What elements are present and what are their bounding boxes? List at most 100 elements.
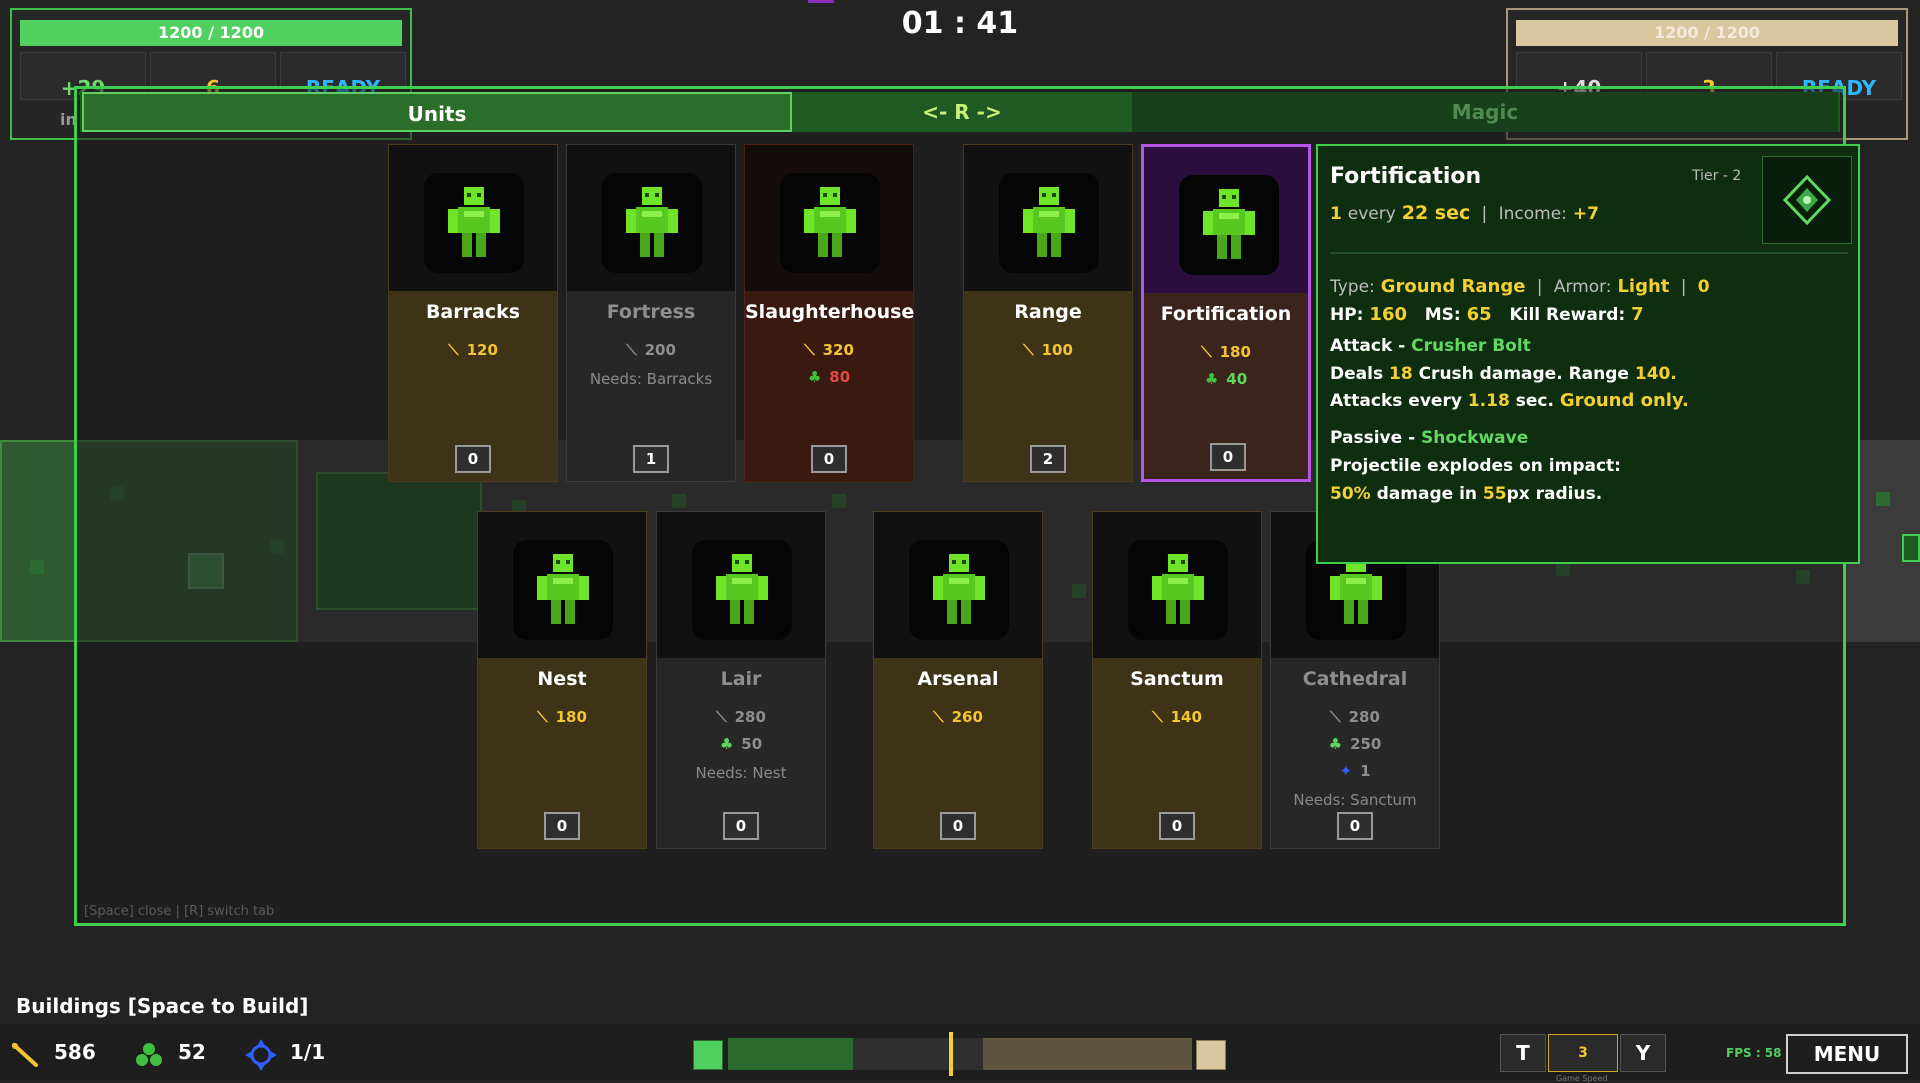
unit-sprite-icon xyxy=(1138,548,1218,632)
tooltip-attack-name: Crusher Bolt xyxy=(1411,336,1531,356)
building-name: Fortification xyxy=(1160,303,1292,325)
building-gold-cost: ⟍ 180 xyxy=(1201,343,1251,361)
building-gold-cost: ⟍ 280 xyxy=(1330,708,1380,726)
building-essence-cost: ♣ 250 xyxy=(1328,735,1382,753)
building-gold-cost: ⟍ 100 xyxy=(1023,341,1073,359)
building-name: Sanctum xyxy=(1130,668,1224,690)
progress-right-marker xyxy=(1196,1040,1226,1070)
tooltip-kill-label: Kill Reward: xyxy=(1509,305,1626,325)
tooltip-ground-only: Ground only. xyxy=(1559,390,1689,411)
tooltip-spawn-time: 22 sec xyxy=(1401,202,1471,224)
tooltip-type-label: Type: xyxy=(1330,277,1375,297)
building-supply-cost: ✦ 1 xyxy=(1339,762,1371,780)
rune-icon xyxy=(1782,174,1832,226)
tooltip-passive-desc: Projectile explodes on impact: xyxy=(1330,456,1621,476)
building-name: Range xyxy=(1014,301,1082,323)
player-right-hp-bar: 1200 / 1200 xyxy=(1516,20,1898,46)
tooltip-attack-speed-text: Attacks every xyxy=(1330,391,1462,411)
building-gold-cost: ⟍ 180 xyxy=(537,708,587,726)
building-card-sanctum[interactable]: Sanctum ⟍ 140 0 xyxy=(1092,511,1262,849)
progress-left-marker xyxy=(693,1040,723,1070)
building-count: 0 xyxy=(1159,812,1195,840)
tooltip-ms-value: 65 xyxy=(1466,304,1492,325)
gold-icon: ⟍ xyxy=(448,341,459,359)
building-count: 0 xyxy=(723,812,759,840)
building-count: 0 xyxy=(455,445,491,473)
building-card-lair[interactable]: Lair ⟍ 280 ♣ 50 Needs: Nest 0 xyxy=(656,511,826,849)
tooltip-title: Fortification xyxy=(1330,164,1482,189)
tooltip-radius-text: px radius. xyxy=(1506,484,1603,504)
building-count: 0 xyxy=(1210,443,1246,471)
building-requirement: Needs: Sanctum xyxy=(1293,791,1417,809)
essence-amount: 52 xyxy=(178,1040,206,1064)
tab-magic[interactable]: Magic xyxy=(1132,92,1838,132)
building-name: Arsenal xyxy=(917,668,999,690)
unit-sprite-icon xyxy=(612,181,692,265)
building-essence-cost: ♣ 50 xyxy=(719,735,763,753)
building-count: 0 xyxy=(811,445,847,473)
tooltip-armor-label: Armor: xyxy=(1553,277,1612,297)
building-card-arsenal[interactable]: Arsenal ⟍ 260 0 xyxy=(873,511,1043,849)
building-requirement: Needs: Nest xyxy=(695,764,787,782)
map-pip xyxy=(30,560,44,574)
building-tooltip: Fortification Tier - 2 1 every 22 sec | … xyxy=(1316,144,1860,564)
speed-increase-button[interactable]: Y xyxy=(1620,1034,1666,1072)
building-card-nest[interactable]: Nest ⟍ 180 0 xyxy=(477,511,647,849)
essence-icon xyxy=(134,1040,164,1074)
tooltip-armor-value: Light xyxy=(1617,276,1670,297)
building-card-barracks[interactable]: Barracks ⟍ 120 0 xyxy=(388,144,558,482)
tooltip-type-value: Ground Range xyxy=(1380,276,1526,297)
tab-units[interactable]: Units xyxy=(82,92,792,132)
building-art xyxy=(874,512,1042,658)
fps-counter: FPS : 58 xyxy=(1726,1046,1782,1060)
tooltip-income-value: +7 xyxy=(1572,204,1599,224)
building-card-slaughterhouse[interactable]: Slaughterhouse ⟍ 320 ♣ 80 0 xyxy=(744,144,914,482)
buildings-label: Buildings [Space to Build] xyxy=(16,994,309,1018)
building-name: Cathedral xyxy=(1302,668,1408,690)
tooltip-ms-label: MS: xyxy=(1424,305,1461,325)
timer-indicator xyxy=(808,0,834,3)
menu-button[interactable]: MENU xyxy=(1786,1034,1908,1074)
gold-icon: ⟍ xyxy=(1023,341,1034,359)
game-speed-caption: Game Speed xyxy=(1556,1074,1608,1083)
building-card-range[interactable]: Range ⟍ 100 2 xyxy=(963,144,1133,482)
supply-icon xyxy=(244,1038,278,1076)
tooltip-radius: 55 xyxy=(1482,484,1507,504)
gold-icon: ⟍ xyxy=(626,341,637,359)
building-name: Slaughterhouse xyxy=(745,301,915,323)
gold-icon xyxy=(10,1040,40,1074)
tooltip-attack-speed-value: 1.18 xyxy=(1467,391,1510,411)
building-count: 1 xyxy=(633,445,669,473)
unit-sprite-icon xyxy=(1009,181,1089,265)
building-card-fortress[interactable]: Fortress ⟍ 200 Needs: Barracks 1 xyxy=(566,144,736,482)
gold-icon: ⟍ xyxy=(933,708,944,726)
tooltip-passive-name: Shockwave xyxy=(1421,428,1529,448)
unit-sprite-icon xyxy=(919,548,999,632)
essence-icon: ♣ xyxy=(719,735,734,753)
building-art xyxy=(389,145,557,291)
lane-progress-right xyxy=(982,1038,1192,1070)
building-gold-cost: ⟍ 140 xyxy=(1152,708,1202,726)
unit-sprite-icon xyxy=(702,548,782,632)
building-card-fortification[interactable]: Fortification ⟍ 180 ♣ 40 0 xyxy=(1141,144,1311,482)
gold-icon: ⟍ xyxy=(1330,708,1341,726)
tooltip-building-icon xyxy=(1762,156,1852,244)
game-speed-value: 3 xyxy=(1548,1034,1618,1072)
tooltip-income-label: Income: xyxy=(1498,204,1567,224)
building-art xyxy=(478,512,646,658)
gold-icon: ⟍ xyxy=(716,708,727,726)
speed-decrease-button[interactable]: T xyxy=(1500,1034,1546,1072)
building-count: 0 xyxy=(1337,812,1373,840)
unit-sprite-icon xyxy=(1189,183,1269,267)
building-gold-cost: ⟍ 320 xyxy=(804,341,854,359)
build-menu-tabs: Units <- R -> Magic xyxy=(80,92,1840,132)
supply-amount: 1/1 xyxy=(290,1040,326,1064)
gold-amount: 586 xyxy=(54,1040,96,1064)
gold-icon: ⟍ xyxy=(804,341,815,359)
tooltip-hp-label: HP: xyxy=(1330,305,1364,325)
gold-icon: ⟍ xyxy=(1201,343,1212,361)
match-timer: 01 : 41 xyxy=(901,6,1019,41)
tooltip-hp-value: 160 xyxy=(1369,304,1407,325)
building-art xyxy=(567,145,735,291)
building-essence-cost: ♣ 80 xyxy=(807,368,851,386)
